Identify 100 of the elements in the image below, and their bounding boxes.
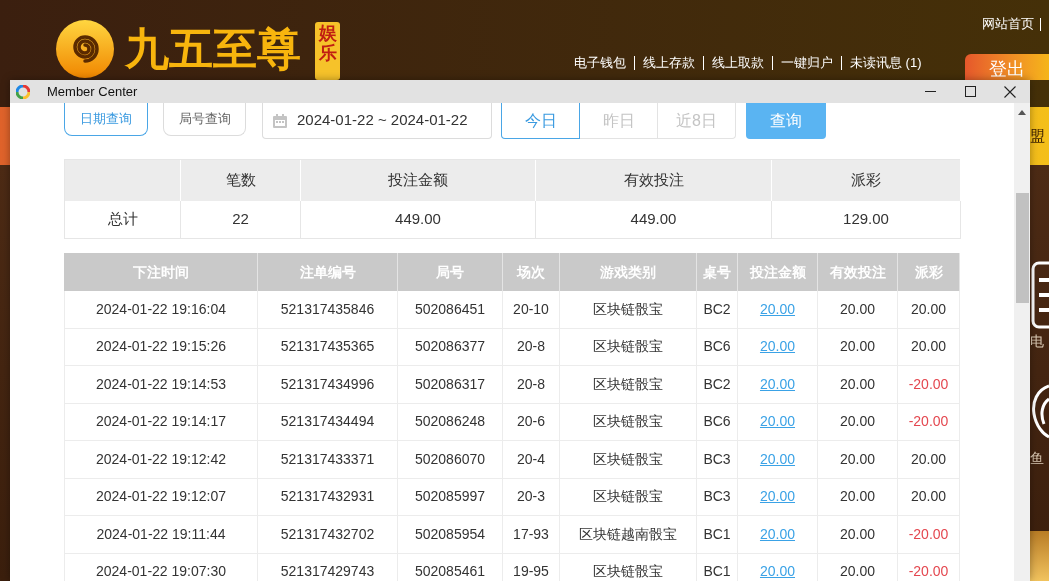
logout-button[interactable]: 登出 bbox=[965, 54, 1049, 80]
stake-link[interactable]: 20.00 bbox=[759, 373, 795, 395]
table-cell: 502086451 bbox=[398, 291, 503, 329]
table-cell: -20.00 bbox=[898, 553, 960, 581]
table-cell: 区块链骰宝 bbox=[560, 403, 697, 441]
side-menu-label[interactable]: 电 bbox=[1030, 333, 1044, 349]
table-cell: BC1 bbox=[697, 516, 738, 554]
table-cell: BC1 bbox=[697, 553, 738, 581]
summary-cell: 22 bbox=[181, 201, 301, 239]
table-cell: 20.00 bbox=[898, 478, 960, 516]
search-button[interactable]: 查询 bbox=[746, 103, 826, 139]
table-cell: 502086248 bbox=[398, 403, 503, 441]
mode-tab[interactable]: 局号查询 bbox=[163, 103, 246, 136]
table-cell: 521317434494 bbox=[258, 403, 398, 441]
table-cell: 2024-01-22 19:12:07 bbox=[64, 478, 258, 516]
table-cell: 502086070 bbox=[398, 441, 503, 479]
swirl-icon bbox=[1030, 383, 1049, 440]
table-cell: 20-4 bbox=[503, 441, 560, 479]
top-link[interactable]: 网站首页 bbox=[982, 16, 1034, 32]
table-cell: 20.00 bbox=[818, 291, 898, 329]
column-header: 笔数 bbox=[181, 160, 301, 201]
table-cell: 2024-01-22 19:14:53 bbox=[64, 366, 258, 404]
table-cell: 20.00 bbox=[898, 291, 960, 329]
table-cell: 20.00 bbox=[818, 441, 898, 479]
summary-cell: 129.00 bbox=[772, 201, 961, 239]
stake-link[interactable]: 20.00 bbox=[759, 298, 795, 320]
table-cell: 521317434996 bbox=[258, 366, 398, 404]
table-cell: 20-8 bbox=[503, 366, 560, 404]
table-cell: 17-93 bbox=[503, 516, 560, 554]
table-cell: 20.00 bbox=[898, 328, 960, 366]
table-cell: -20.00 bbox=[898, 366, 960, 404]
table-cell: 20.00 bbox=[818, 478, 898, 516]
summary-cell: 449.00 bbox=[301, 201, 536, 239]
nav-link[interactable]: 电子钱包 bbox=[574, 55, 626, 71]
nav-link[interactable]: 线上存款 bbox=[643, 55, 695, 71]
table-cell: 区块链骰宝 bbox=[560, 291, 697, 329]
table-cell: 区块链越南骰宝 bbox=[560, 516, 697, 554]
logo-emblem-icon bbox=[55, 18, 115, 80]
table-cell: 区块链骰宝 bbox=[560, 478, 697, 516]
summary-cell: 449.00 bbox=[536, 201, 772, 239]
table-cell: 20.00 bbox=[818, 403, 898, 441]
nav-bar-item[interactable]: 盟 bbox=[1030, 127, 1049, 145]
minimize-icon bbox=[924, 91, 936, 92]
table-cell: BC6 bbox=[697, 328, 738, 366]
table-cell: 20.00 bbox=[898, 441, 960, 479]
table-cell: 2024-01-22 19:16:04 bbox=[64, 291, 258, 329]
side-menu-label[interactable]: 鱼 bbox=[1030, 450, 1044, 466]
ring-icon bbox=[16, 84, 30, 99]
summary-label: 总计 bbox=[65, 201, 181, 239]
stake-link[interactable]: 20.00 bbox=[759, 411, 795, 433]
table-cell: BC2 bbox=[697, 291, 738, 329]
date-range-field[interactable]: 2024-01-22 ~ 2024-01-22 bbox=[262, 103, 492, 139]
column-header: 有效投注 bbox=[536, 160, 772, 201]
table-cell: 521317435365 bbox=[258, 328, 398, 366]
table-cell: 区块链骰宝 bbox=[560, 366, 697, 404]
table-cell: 502086317 bbox=[398, 366, 503, 404]
scroll-up-arrow-icon[interactable] bbox=[1018, 110, 1026, 115]
table-cell: 502085954 bbox=[398, 516, 503, 554]
table-cell: 521317429743 bbox=[258, 553, 398, 581]
table-cell: 502085997 bbox=[398, 478, 503, 516]
table-cell: 2024-01-22 19:12:42 bbox=[64, 441, 258, 479]
table-cell: 521317433371 bbox=[258, 441, 398, 479]
table-cell: 20-10 bbox=[503, 291, 560, 329]
scrollbar[interactable] bbox=[1014, 103, 1030, 581]
table-cell: BC3 bbox=[697, 478, 738, 516]
mode-tab[interactable]: 日期查询 bbox=[64, 103, 148, 136]
stake-link[interactable]: 20.00 bbox=[759, 561, 795, 581]
table-cell: BC2 bbox=[697, 366, 738, 404]
table-cell: 502085461 bbox=[398, 553, 503, 581]
calendar-icon bbox=[272, 112, 288, 129]
scrollbar-thumb[interactable] bbox=[1015, 193, 1029, 303]
table-cell: 502086377 bbox=[398, 328, 503, 366]
table-cell: 20.00 bbox=[818, 516, 898, 554]
table-cell: 20.00 bbox=[818, 366, 898, 404]
table-cell: -20.00 bbox=[898, 403, 960, 441]
table-cell: 20-6 bbox=[503, 403, 560, 441]
maximize-icon bbox=[964, 86, 976, 97]
range-tab[interactable]: 近8日 bbox=[657, 103, 736, 139]
table-cell: 20.00 bbox=[818, 553, 898, 581]
table-cell: 521317435846 bbox=[258, 291, 398, 329]
table-cell: -20.00 bbox=[898, 516, 960, 554]
table-cell: 521317432702 bbox=[258, 516, 398, 554]
nav-link[interactable]: 未读讯息 (1) bbox=[850, 55, 922, 71]
table-cell: 19-95 bbox=[503, 553, 560, 581]
nav-link[interactable]: 线上取款 bbox=[712, 55, 764, 71]
range-tab[interactable]: 今日 bbox=[501, 103, 580, 139]
nav-link[interactable]: 一键归户 bbox=[781, 55, 833, 71]
table-cell: 区块链骰宝 bbox=[560, 441, 697, 479]
close-icon bbox=[1004, 85, 1016, 98]
table-cell: 2024-01-22 19:15:26 bbox=[64, 328, 258, 366]
stake-link[interactable]: 20.00 bbox=[759, 523, 795, 545]
stake-link[interactable]: 20.00 bbox=[759, 448, 795, 470]
table-cell: 20-3 bbox=[503, 478, 560, 516]
table-cell: 2024-01-22 19:14:17 bbox=[64, 403, 258, 441]
frame-icon bbox=[1030, 260, 1049, 330]
logo-tag: 娱乐 bbox=[315, 22, 340, 80]
stake-link[interactable]: 20.00 bbox=[759, 486, 795, 508]
table-cell: 2024-01-22 19:11:44 bbox=[64, 516, 258, 554]
column-header: 派彩 bbox=[772, 160, 961, 201]
stake-link[interactable]: 20.00 bbox=[759, 336, 795, 358]
